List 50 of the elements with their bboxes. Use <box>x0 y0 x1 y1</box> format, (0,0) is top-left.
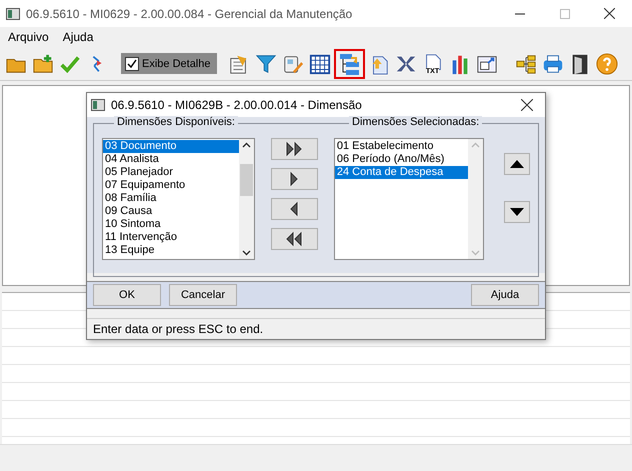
triangle-up-icon <box>510 160 524 168</box>
app-icon <box>91 98 105 111</box>
window-title: 06.9.5610 - MI0629 - 2.00.00.084 - Gerencial da Manutenção <box>26 6 354 20</box>
list-item[interactable]: 03 Documento <box>103 140 239 153</box>
triangle-down-icon <box>510 208 524 216</box>
move-up-button[interactable] <box>504 152 530 175</box>
move-down-button[interactable] <box>504 200 530 223</box>
close-icon[interactable] <box>521 98 533 111</box>
list-box[interactable]: 01 Estabelecimento 06 Período (Ano/Mês) 24 Conta de Despesa <box>334 138 484 260</box>
help-icon <box>596 52 618 76</box>
checkbox[interactable] <box>125 56 139 70</box>
group-label: Dimensões Selecionadas: <box>349 116 482 128</box>
list-item[interactable]: 05 Planejador <box>103 166 239 179</box>
double-arrow-right-icon <box>286 140 302 157</box>
dialog-title: 06.9.5610 - MI0629B - 2.00.00.014 - Dimensão <box>111 98 363 112</box>
checkmark-icon <box>127 58 137 68</box>
close-icon <box>604 8 615 19</box>
dialog-button[interactable]: Cancelar <box>169 284 237 306</box>
double-arrow-left-icon <box>286 230 302 247</box>
menu-item[interactable]: Arquivo <box>8 30 49 44</box>
remove-all-button[interactable] <box>270 228 318 250</box>
arrow-left-icon <box>290 200 298 217</box>
list-item[interactable]: 01 Estabelecimento <box>334 140 468 153</box>
list-item[interactable]: 10 Sintoma <box>103 218 239 231</box>
maximize-icon <box>560 8 570 18</box>
remove-button[interactable] <box>270 198 318 220</box>
list-item[interactable]: 07 Equipamento <box>103 178 239 192</box>
list-item[interactable]: 08 Família <box>103 192 239 205</box>
list-item[interactable]: 09 Causa <box>103 204 239 218</box>
scrollbar[interactable] <box>238 138 254 259</box>
chevron-down-icon[interactable] <box>242 250 251 256</box>
group-label: Dimensões Disponíveis: <box>114 116 238 128</box>
list-item[interactable]: 24 Conta de Despesa <box>334 166 468 179</box>
chevron-up-icon[interactable] <box>242 142 251 148</box>
menu-item[interactable]: Ajuda <box>62 30 94 44</box>
scroll-thumb[interactable] <box>240 164 253 196</box>
checkbox-label: Exibe Detalhe <box>142 58 210 70</box>
list-item[interactable]: 04 Analista <box>103 152 239 166</box>
help-button[interactable]: Ajuda <box>471 284 539 306</box>
list-item[interactable]: 06 Período (Ano/Mês) <box>334 152 468 166</box>
dialog-button[interactable]: OK <box>93 284 161 306</box>
tree-icon <box>337 52 361 76</box>
list-box[interactable]: 03 Documento 04 Analista 05 Planejador 07 Equipamento 08 Família 09 Causa 10 Sintoma 11 Intervenção 13 Equipe <box>102 138 255 260</box>
list-item[interactable]: 11 Intervenção <box>103 230 239 244</box>
list-item[interactable]: 13 Equipe <box>103 244 239 257</box>
status-message: Enter data or press ESC to end. <box>87 318 545 339</box>
app-icon <box>6 8 20 20</box>
add-button[interactable] <box>270 168 318 190</box>
arrow-right-icon <box>290 170 298 187</box>
add-all-button[interactable] <box>270 138 318 160</box>
